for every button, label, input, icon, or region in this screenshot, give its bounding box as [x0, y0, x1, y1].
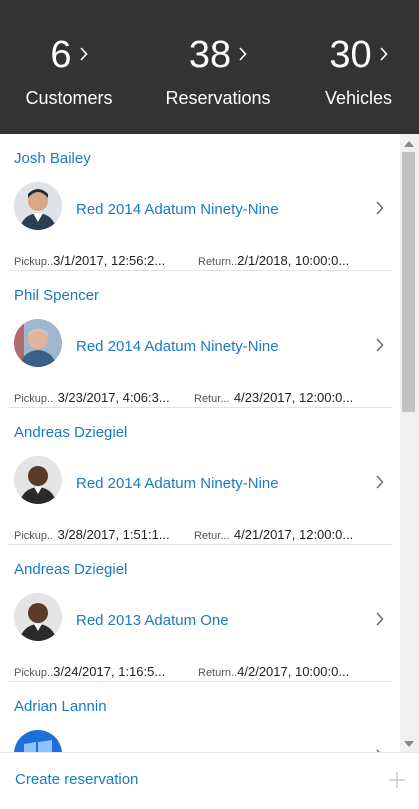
pickup-field: Pickup.. 3/23/2017, 4:06:3...: [14, 390, 170, 407]
pickup-label: Pickup..: [14, 667, 54, 679]
avatar: [14, 593, 62, 641]
reservations-stat[interactable]: 38 Reservations: [138, 0, 298, 134]
reservations-label: Reservations: [165, 88, 271, 108]
customer-name[interactable]: Andreas Dziegiel: [14, 424, 127, 442]
scroll-thumb[interactable]: [402, 152, 415, 412]
customer-name[interactable]: Josh Bailey: [14, 150, 91, 168]
pickup-label: Pickup..: [14, 530, 54, 542]
return-label: Retur...: [194, 530, 230, 542]
list-item[interactable]: Andreas Dziegiel Red 2013 Adatum One Pic…: [0, 545, 392, 682]
list-item[interactable]: Andreas Dziegiel Red 2014 Adatum Ninety-…: [0, 408, 392, 545]
chevron-right-icon[interactable]: [376, 201, 384, 220]
pickup-label: Pickup..: [14, 256, 54, 268]
return-field: Return..4/2/2017, 10:00:0...: [198, 664, 349, 681]
reservations-count: 38: [188, 34, 232, 76]
vehicles-label: Vehicles: [324, 88, 393, 108]
vehicle-name[interactable]: Red 2014 Adatum Ninety-Nine: [76, 201, 279, 219]
customer-name[interactable]: Phil Spencer: [14, 287, 99, 305]
chevron-right-icon[interactable]: [376, 475, 384, 494]
chevron-right-icon[interactable]: [376, 338, 384, 357]
pickup-field: Pickup.. 3/28/2017, 1:51:1...: [14, 527, 170, 544]
customers-count: 6: [50, 34, 72, 76]
plus-icon[interactable]: [388, 771, 406, 794]
avatar: [14, 456, 62, 504]
vehicle-name[interactable]: Red 2014 Adatum Ninety-Nine: [76, 338, 279, 356]
pickup-field: Pickup..3/1/2017, 12:56:2...: [14, 253, 165, 270]
return-value: 4/2/2017, 10:00:0...: [237, 664, 350, 679]
return-label: Return..: [198, 667, 238, 679]
vehicles-count: 30: [329, 34, 372, 76]
return-value: 4/21/2017, 12:00:0...: [233, 527, 354, 542]
vehicles-stat[interactable]: 30 Vehicles: [298, 0, 419, 134]
chevron-right-icon: [239, 47, 247, 66]
vehicle-name[interactable]: Red 2014 Adatum Ninety-Nine: [76, 475, 279, 493]
return-field: Return..2/1/2018, 10:00:0...: [198, 253, 349, 270]
pickup-value: 3/23/2017, 4:06:3...: [57, 390, 170, 405]
customers-stat[interactable]: 6 Customers: [0, 0, 138, 134]
pickup-value: 3/28/2017, 1:51:1...: [57, 527, 170, 542]
return-value: 4/23/2017, 12:00:0...: [233, 390, 354, 405]
customer-name[interactable]: Adrian Lannin: [14, 698, 107, 716]
customers-label: Customers: [25, 88, 113, 108]
scrollbar[interactable]: [400, 134, 419, 752]
list-item[interactable]: Adrian Lannin: [0, 682, 392, 752]
summary-header: 6 Customers 38 Reservations 30 Vehicles: [0, 0, 419, 134]
avatar: [14, 182, 62, 230]
pickup-value: 3/1/2017, 12:56:2...: [53, 253, 166, 268]
create-reservation-button[interactable]: Create reservation: [15, 771, 138, 789]
footer-bar: Create reservation: [0, 752, 419, 809]
chevron-right-icon: [79, 47, 88, 66]
vehicle-name[interactable]: Red 2013 Adatum One: [76, 612, 229, 630]
scroll-up-arrow-icon[interactable]: [404, 141, 414, 147]
return-field: Retur... 4/21/2017, 12:00:0...: [194, 527, 353, 544]
return-label: Return..: [198, 256, 238, 268]
reservation-list[interactable]: Josh Bailey Red 2014 Adatum Ninety-Nine …: [0, 134, 400, 752]
list-item[interactable]: Phil Spencer Red 2014 Adatum Ninety-Nine…: [0, 271, 392, 408]
pickup-value: 3/24/2017, 1:16:5...: [53, 664, 166, 679]
pickup-field: Pickup..3/24/2017, 1:16:5...: [14, 664, 165, 681]
return-label: Retur...: [194, 393, 230, 405]
list-item[interactable]: Josh Bailey Red 2014 Adatum Ninety-Nine …: [0, 134, 392, 271]
customer-name[interactable]: Andreas Dziegiel: [14, 561, 127, 579]
scroll-down-arrow-icon[interactable]: [404, 741, 414, 747]
avatar: [14, 730, 62, 752]
chevron-right-icon[interactable]: [376, 612, 384, 631]
avatar: [14, 319, 62, 367]
return-value: 2/1/2018, 10:00:0...: [237, 253, 350, 268]
return-field: Retur... 4/23/2017, 12:00:0...: [194, 390, 353, 407]
chevron-right-icon: [380, 47, 388, 66]
pickup-label: Pickup..: [14, 393, 54, 405]
